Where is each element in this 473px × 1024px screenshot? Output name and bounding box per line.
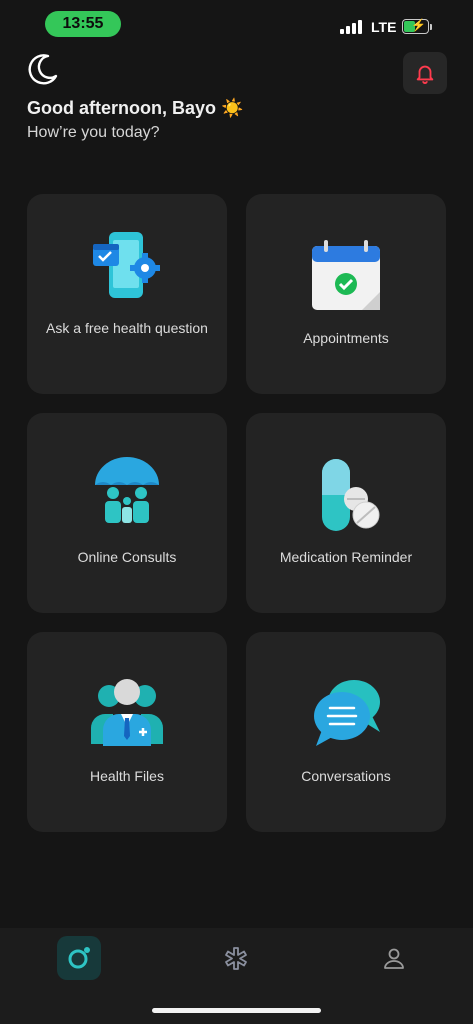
card-label: Ask a free health question <box>46 320 208 336</box>
calendar-check-icon <box>306 238 386 318</box>
bell-icon <box>416 65 434 84</box>
card-online-consults[interactable]: Online Consults <box>27 413 227 613</box>
chat-bubbles-icon <box>306 676 386 756</box>
card-conversations[interactable]: Conversations <box>246 632 446 832</box>
card-appointments[interactable]: Appointments <box>246 194 446 394</box>
status-time: 13:55 <box>45 11 121 37</box>
home-indicator[interactable] <box>152 1008 321 1013</box>
pills-icon <box>306 457 386 537</box>
status-bar: 13:55 LTE ⚡ <box>0 0 473 46</box>
signal-icon <box>340 20 362 34</box>
family-umbrella-icon <box>87 453 167 533</box>
doctor-profile-icon <box>87 672 167 752</box>
moon-icon[interactable] <box>26 52 60 86</box>
card-ask-health-question[interactable]: Ask a free health question <box>27 194 227 394</box>
medical-star-icon <box>225 947 247 970</box>
user-icon <box>384 948 404 969</box>
nav-profile-tab[interactable] <box>372 936 416 980</box>
greeting-subtitle: How’re you today? <box>27 124 160 141</box>
card-label: Health Files <box>90 768 164 784</box>
nav-services-tab[interactable] <box>214 936 258 980</box>
notification-button[interactable] <box>403 52 447 94</box>
nav-home-tab[interactable] <box>57 936 101 980</box>
card-health-files[interactable]: Health Files <box>27 632 227 832</box>
greeting-title: Good afternoon, Bayo ☀️ <box>27 98 244 118</box>
battery-icon: ⚡ <box>402 18 429 34</box>
card-medication-reminder[interactable]: Medication Reminder <box>246 413 446 613</box>
card-label: Medication Reminder <box>279 549 413 565</box>
phone-settings-icon <box>87 228 167 308</box>
network-type: LTE <box>371 19 397 35</box>
card-label: Conversations <box>301 768 391 784</box>
card-label: Online Consults <box>77 549 177 565</box>
home-ring-icon <box>68 947 90 969</box>
card-label: Appointments <box>303 330 389 346</box>
